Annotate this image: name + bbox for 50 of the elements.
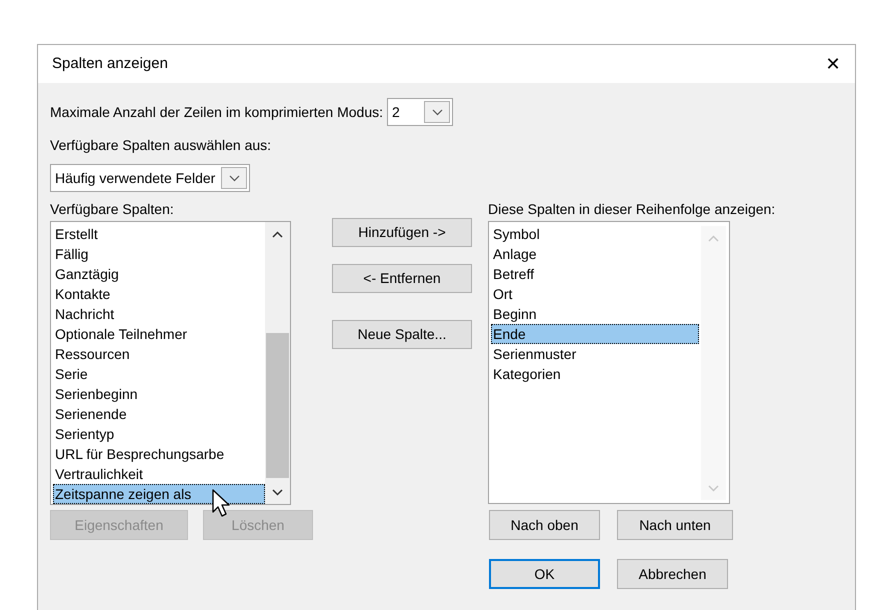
list-item[interactable]: Serienende: [53, 404, 265, 424]
push-button[interactable]: OK: [489, 559, 600, 589]
list-item[interactable]: Fällig: [53, 244, 265, 264]
field-source-dropdown[interactable]: Häufig verwendete Felder: [50, 164, 250, 192]
shown-columns-list[interactable]: Symbol Anlage Betreff Ort Beginn Ende Serienmuster Kategorien: [488, 221, 730, 504]
push-button[interactable]: Nach oben: [489, 510, 600, 540]
close-button[interactable]: ✕: [811, 45, 855, 83]
push-button[interactable]: Neue Spalte...: [332, 320, 472, 349]
chevron-down-icon: [708, 484, 719, 492]
list-item[interactable]: Serienmuster: [491, 344, 699, 364]
list-item[interactable]: Optionale Teilnehmer: [53, 324, 265, 344]
list-item[interactable]: Symbol: [491, 224, 699, 244]
list-label: Verfügbare Spalten:: [50, 200, 174, 218]
scrollbar[interactable]: [265, 222, 290, 504]
list-item[interactable]: Beginn: [491, 304, 699, 324]
list-item[interactable]: Kategorien: [491, 364, 699, 384]
dropdown-button[interactable]: [221, 167, 248, 189]
list-item[interactable]: Ganztägig: [53, 264, 265, 284]
list-item[interactable]: Serientyp: [53, 424, 265, 444]
push-button[interactable]: Abbrechen: [617, 559, 728, 589]
dropdown-button[interactable]: [424, 101, 450, 123]
list-item[interactable]: Kontakte: [53, 284, 265, 304]
max-rows-dropdown[interactable]: 2: [387, 98, 454, 126]
list-item[interactable]: Ort: [491, 284, 699, 304]
list-item[interactable]: Ende: [491, 324, 699, 344]
list-item[interactable]: Ressourcen: [53, 344, 265, 364]
list-item[interactable]: Zeitspanne zeigen als: [53, 484, 265, 504]
list-item[interactable]: Serie: [53, 364, 265, 384]
field-label: Verfügbare Spalten auswählen aus:: [50, 136, 272, 154]
chevron-up-icon: [272, 230, 283, 238]
scrollbar-thumb[interactable]: [266, 333, 289, 478]
chevron-down-icon: [228, 174, 240, 182]
list-item[interactable]: Nachricht: [53, 304, 265, 324]
chevron-up-icon: [708, 234, 719, 242]
list-item[interactable]: Vertraulichkeit: [53, 464, 265, 484]
chevron-down-icon: [432, 108, 443, 116]
push-button[interactable]: Hinzufügen ->: [332, 218, 472, 247]
list-item[interactable]: Anlage: [491, 244, 699, 264]
window-title: Spalten anzeigen: [52, 54, 168, 74]
chevron-down-icon: [272, 488, 283, 496]
list-item[interactable]: Serienbeginn: [53, 384, 265, 404]
available-columns-list[interactable]: Erstellt Fällig Ganztägig Kontakte Nachricht Optionale Teilnehmer Ressourcen Serie Serienbeginn Serienende Serientyp URL für Besprechungsarbe Vertraulichkeit Zeitspanne zeigen als: [50, 221, 291, 505]
push-button[interactable]: <- Entfernen: [332, 264, 472, 293]
mouse-cursor-icon: [212, 489, 232, 517]
push-button[interactable]: Nach unten: [617, 510, 733, 540]
list-label: Diese Spalten in dieser Reihenfolge anzeigen:: [488, 200, 776, 218]
field-label: Maximale Anzahl der Zeilen im komprimierten Modus:: [50, 103, 384, 121]
list-item[interactable]: URL für Besprechungsarbe: [53, 444, 265, 464]
list-item[interactable]: Betreff: [491, 264, 699, 284]
list-item[interactable]: Erstellt: [53, 224, 265, 244]
